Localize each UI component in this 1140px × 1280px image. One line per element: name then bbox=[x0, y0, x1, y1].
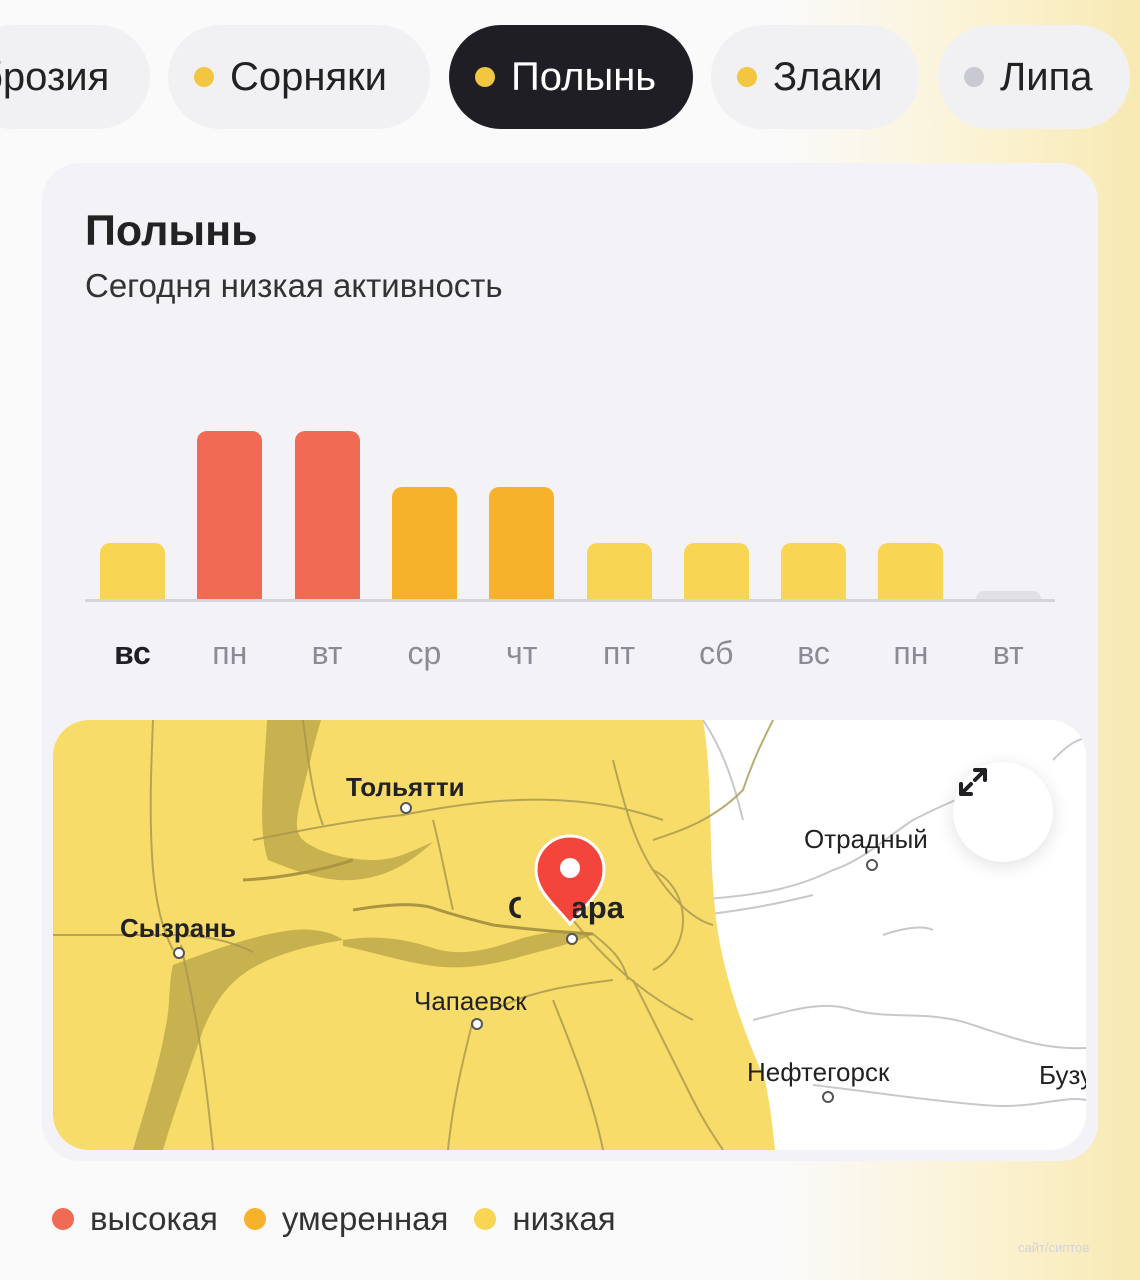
status-dot-icon bbox=[194, 67, 214, 87]
watermark: сайт/сиптов bbox=[1018, 1240, 1090, 1255]
chart-day-label: вс bbox=[114, 635, 151, 671]
map-city-tolyatti: Тольятти bbox=[346, 772, 465, 802]
tab-weeds[interactable]: Сорняки bbox=[168, 25, 430, 129]
tab-ambrosia[interactable]: брозия bbox=[0, 25, 150, 129]
chart-bar[interactable] bbox=[781, 543, 847, 599]
legend-item-moderate: умеренная bbox=[243, 1200, 449, 1238]
tab-label: Полынь bbox=[511, 54, 657, 99]
map-expand-button[interactable] bbox=[953, 762, 1053, 862]
tab-label: Липа bbox=[1000, 54, 1093, 99]
legend-dot-icon bbox=[52, 1208, 74, 1230]
tab-label: Сорняки bbox=[230, 54, 387, 99]
status-dot-icon bbox=[475, 67, 495, 87]
status-dot-icon bbox=[964, 67, 984, 87]
legend-label: высокая bbox=[90, 1200, 218, 1237]
status-dot-icon bbox=[737, 67, 757, 87]
tab-wormwood[interactable]: Полынь bbox=[449, 25, 693, 129]
chart-day-label: ср bbox=[407, 635, 442, 671]
chart-day-label: пн bbox=[212, 635, 248, 671]
legend-item-high: высокая bbox=[52, 1200, 218, 1238]
activity-chart: вс пн вт ср чт пт сб вс пн вт bbox=[42, 163, 1098, 703]
chart-bar[interactable] bbox=[197, 431, 263, 599]
legend-dot-icon bbox=[243, 1208, 266, 1230]
chart-day-label: вт bbox=[311, 635, 343, 671]
chart-day-label: чт bbox=[506, 635, 538, 671]
activity-legend: высокая умеренная низкая bbox=[52, 1200, 642, 1238]
chart-bar[interactable] bbox=[489, 487, 555, 599]
legend-label: умеренная bbox=[281, 1200, 449, 1237]
chart-bar[interactable] bbox=[878, 543, 944, 599]
map-city-otradny: Отрадный bbox=[804, 824, 928, 854]
pollen-map[interactable]: Тольятти Сызрань Самара Чапаевск Отрадны… bbox=[53, 720, 1086, 1150]
tab-label: Злаки bbox=[773, 54, 883, 99]
legend-dot-icon bbox=[474, 1208, 497, 1230]
chart-bar[interactable] bbox=[975, 591, 1041, 599]
map-city-syzran: Сызрань bbox=[120, 913, 236, 943]
map-city-chapaevsk: Чапаевск bbox=[414, 986, 527, 1016]
chart-bar[interactable] bbox=[391, 487, 457, 599]
chart-day-label: вс bbox=[797, 635, 830, 671]
chart-bar[interactable] bbox=[683, 543, 749, 599]
map-city-buzuluk: Бузу bbox=[1039, 1060, 1086, 1090]
chart-day-label: пт bbox=[603, 635, 635, 671]
chart-day-label: пн bbox=[893, 635, 929, 671]
legend-label: низкая bbox=[512, 1200, 616, 1237]
tab-label: брозия bbox=[0, 54, 110, 99]
pollen-card: Полынь Сегодня низкая активность вс пн вт с… bbox=[42, 163, 1098, 1161]
chart-bar[interactable] bbox=[294, 431, 360, 599]
tab-linden[interactable]: Липа bbox=[938, 25, 1130, 129]
tab-grasses[interactable]: Злаки bbox=[711, 25, 919, 129]
chart-baseline bbox=[85, 599, 1055, 602]
expand-arrows-icon bbox=[959, 768, 987, 796]
chart-day-label: сб bbox=[699, 635, 734, 671]
legend-item-low: низкая bbox=[474, 1200, 616, 1238]
chart-day-label: вт bbox=[992, 635, 1024, 671]
allergen-tabs: брозия Сорняки Полынь Злаки Липа bbox=[0, 0, 1140, 150]
chart-bar[interactable] bbox=[100, 543, 165, 599]
map-city-neftegorsk: Нефтегорск bbox=[747, 1057, 890, 1087]
chart-bar[interactable] bbox=[586, 543, 652, 599]
